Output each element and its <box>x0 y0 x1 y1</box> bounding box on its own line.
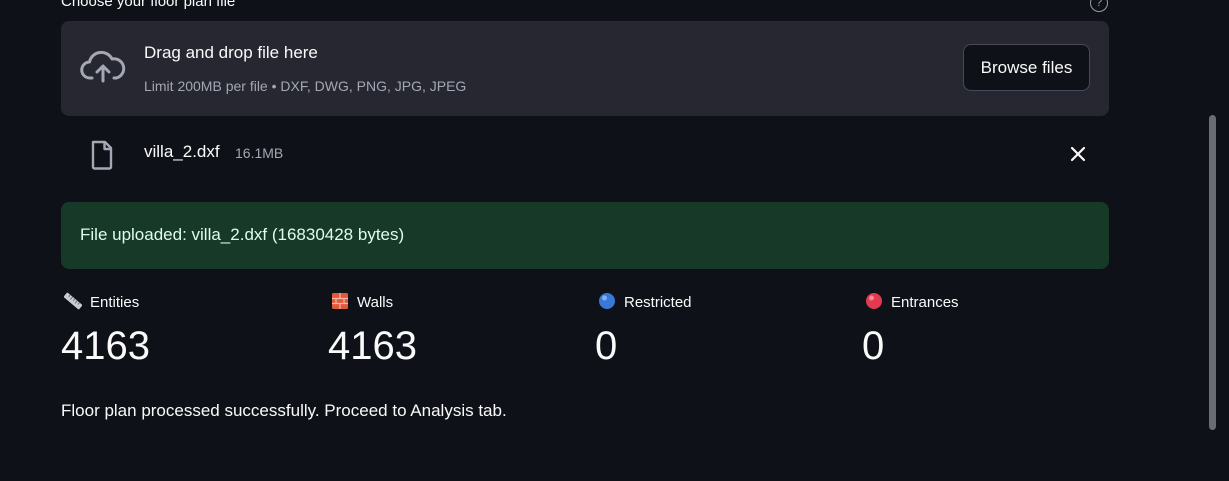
browse-files-button[interactable]: Browse files <box>963 44 1090 91</box>
success-message: File uploaded: villa_2.dxf (16830428 byt… <box>80 225 405 244</box>
success-alert: File uploaded: villa_2.dxf (16830428 byt… <box>61 202 1109 269</box>
metric-entrances: Entrances 0 <box>862 292 1112 372</box>
metric-label: Entrances <box>891 294 959 311</box>
metric-entities: Entities 4163 <box>61 292 311 372</box>
blue-circle-icon <box>599 293 615 309</box>
metric-label: Entities <box>90 294 140 311</box>
file-dropzone[interactable]: Drag and drop file here Limit 200MB per … <box>61 21 1109 116</box>
uploaded-file-row: villa_2.dxf 16.1MB <box>61 130 1109 180</box>
metric-value: 4163 <box>61 324 150 368</box>
red-circle-icon <box>866 293 882 309</box>
dropzone-limit: Limit 200MB per file • DXF, DWG, PNG, JP… <box>144 78 467 94</box>
close-icon[interactable] <box>1067 143 1089 165</box>
uploader-label: Choose your floor plan file <box>61 0 236 10</box>
metric-restricted: Restricted 0 <box>595 292 845 372</box>
cloud-upload-icon <box>80 50 126 83</box>
status-message: Floor plan processed successfully. Proce… <box>61 401 507 420</box>
brick-icon <box>332 293 348 309</box>
metric-label: Walls <box>357 294 394 311</box>
question-circle-icon[interactable]: ? <box>1090 0 1108 12</box>
metric-value: 0 <box>862 324 885 368</box>
metric-value: 0 <box>595 324 618 368</box>
page: Choose your floor plan file ? Drag and d… <box>0 0 1229 481</box>
metric-walls: Walls 4163 <box>328 292 578 372</box>
file-name: villa_2.dxf <box>144 142 220 161</box>
scrollbar[interactable] <box>1209 115 1216 430</box>
metric-label: Restricted <box>624 294 692 311</box>
file-size: 16.1MB <box>235 145 284 161</box>
ruler-icon <box>64 292 82 310</box>
dropzone-title: Drag and drop file here <box>144 43 318 62</box>
file-icon <box>91 140 113 170</box>
metric-value: 4163 <box>328 324 417 368</box>
